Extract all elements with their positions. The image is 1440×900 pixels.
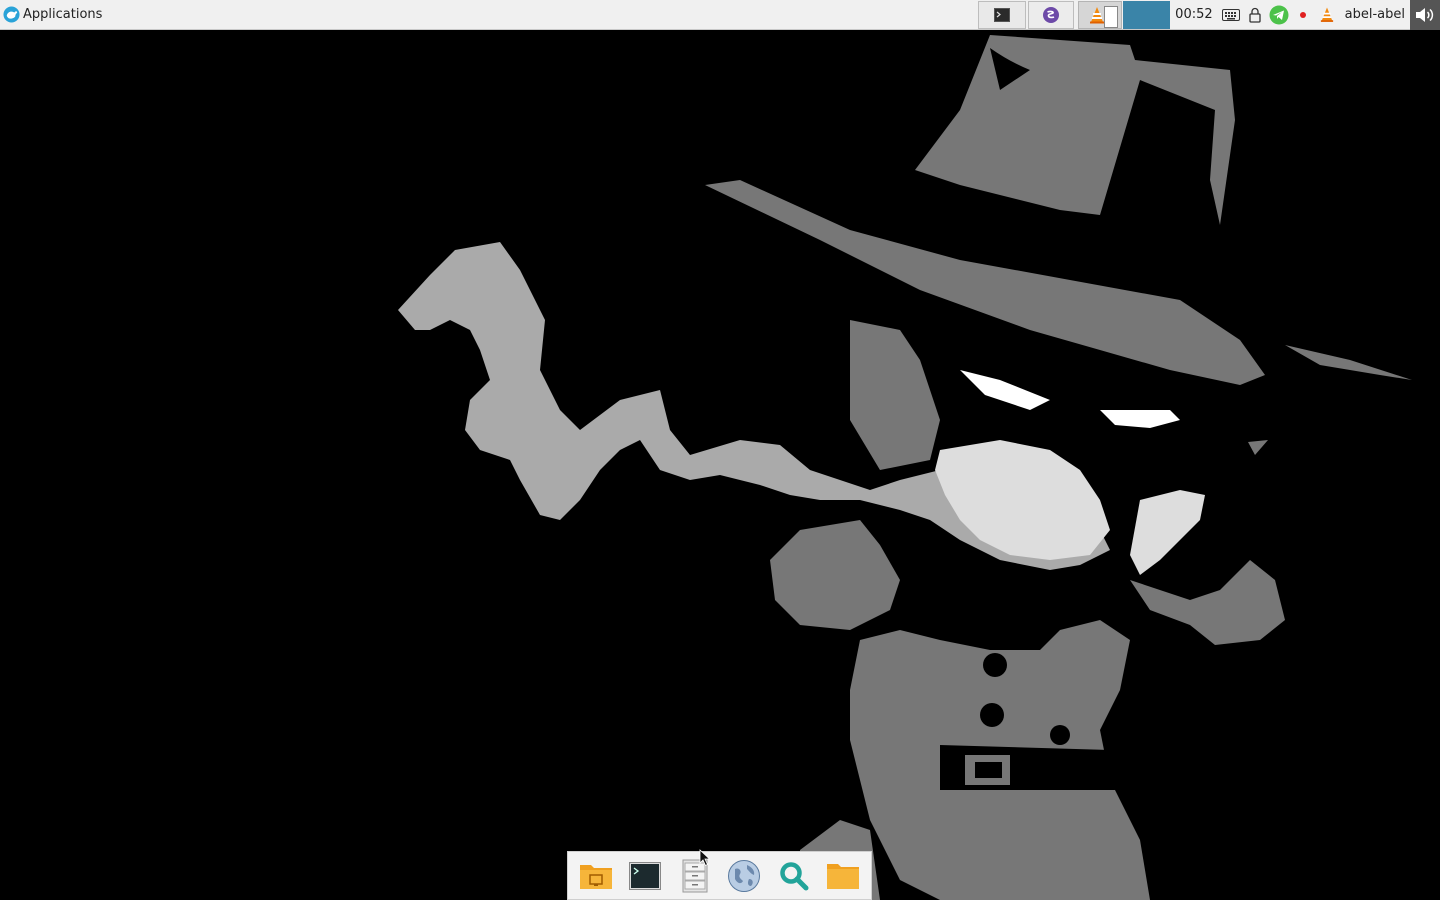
- globe-icon: [728, 859, 761, 892]
- xfce-logo-icon: [3, 6, 20, 23]
- speaker-icon: [1416, 7, 1434, 22]
- record-icon: [1299, 11, 1306, 18]
- dock-item-home-folder[interactable]: [823, 856, 863, 896]
- desktop-folder-icon: [579, 864, 612, 889]
- applications-menu-button[interactable]: Applications: [0, 0, 106, 30]
- window-preview-thumbnail: [1104, 5, 1119, 28]
- terminal-icon: [629, 861, 662, 890]
- tray-keyboard[interactable]: [1219, 0, 1243, 30]
- dock-item-web-browser[interactable]: [724, 856, 764, 896]
- system-tray: [1219, 0, 1339, 30]
- tray-vlc[interactable]: [1315, 0, 1339, 30]
- dock-item-app-finder[interactable]: [774, 856, 814, 896]
- tray-lock[interactable]: [1243, 0, 1267, 30]
- workspace-switcher[interactable]: [1123, 0, 1171, 29]
- desktop-wallpaper: [0, 31, 1440, 900]
- clock[interactable]: 00:52: [1175, 7, 1212, 22]
- vlc-icon: [1320, 7, 1333, 22]
- dock-item-desktop-folder[interactable]: [576, 856, 616, 896]
- terminal-icon: [994, 7, 1011, 22]
- taskbar-vlc-button[interactable]: [1078, 0, 1123, 29]
- user-name[interactable]: abel-abel: [1345, 7, 1405, 22]
- folder-icon: [827, 863, 860, 889]
- mouse-cursor-icon: [699, 849, 711, 867]
- dock-item-terminal[interactable]: [625, 856, 665, 896]
- vlc-icon: [1090, 6, 1105, 23]
- tray-telegram[interactable]: [1267, 0, 1291, 30]
- taskbar-terminal-button[interactable]: [978, 0, 1027, 29]
- applications-label: Applications: [23, 7, 103, 22]
- keyboard-icon: [1221, 8, 1240, 21]
- dock: [567, 851, 872, 900]
- telegram-icon: [1269, 5, 1289, 24]
- top-panel: Applications 00:52 abel-abel: [0, 0, 1440, 30]
- volume-button[interactable]: [1410, 0, 1440, 30]
- search-icon: [780, 861, 809, 890]
- tray-record[interactable]: [1291, 0, 1315, 30]
- emacs-icon: [1043, 6, 1060, 23]
- lock-icon: [1248, 7, 1261, 23]
- taskbar-emacs-button[interactable]: [1028, 0, 1075, 29]
